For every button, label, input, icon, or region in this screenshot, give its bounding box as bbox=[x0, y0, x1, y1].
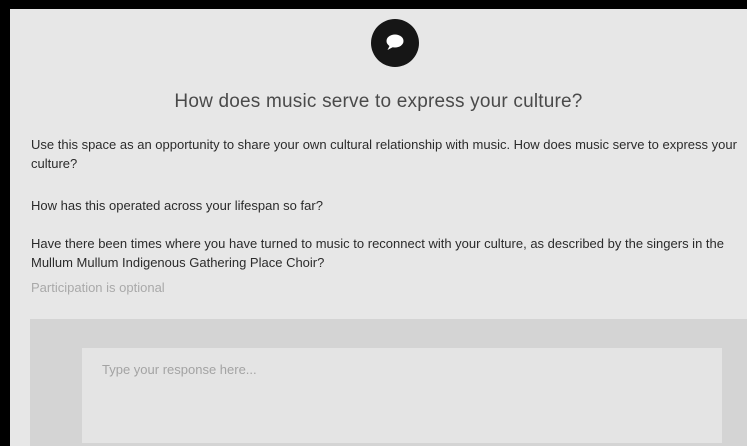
optional-note: Participation is optional bbox=[31, 280, 165, 295]
discussion-card: How does music serve to express your cul… bbox=[10, 9, 747, 446]
prompt-paragraph-1: Use this space as an opportunity to shar… bbox=[31, 137, 737, 171]
response-input[interactable] bbox=[82, 348, 722, 443]
speech-bubble-icon bbox=[371, 19, 419, 67]
window-frame: How does music serve to express your cul… bbox=[0, 0, 747, 446]
prompt-paragraph-2: How has this operated across your lifesp… bbox=[31, 198, 323, 213]
prompt-paragraph-3: Have there been times where you have tur… bbox=[31, 236, 724, 270]
page-title: How does music serve to express your cul… bbox=[174, 91, 583, 112]
response-panel bbox=[30, 319, 747, 446]
